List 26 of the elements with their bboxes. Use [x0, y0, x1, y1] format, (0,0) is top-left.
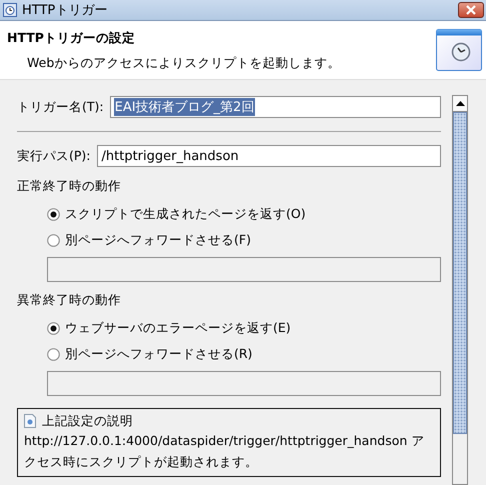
forward-url-field[interactable] [47, 257, 441, 282]
radio-option[interactable]: ウェブサーバのエラーページを返す(E) [47, 315, 441, 341]
close-button[interactable] [458, 2, 484, 18]
scroll-up-button[interactable] [453, 96, 467, 112]
close-icon [465, 5, 477, 15]
section-label: 異常終了時の動作 [17, 292, 122, 309]
clock-icon [436, 29, 482, 71]
info-text: http://127.0.0.1:4000/dataspider/trigger/httptrigger_handson アクセス時にスクリプトが起動されます。 [24, 432, 426, 471]
radio-option[interactable]: 別ページへフォワードさせる(R) [47, 341, 441, 367]
path-label: 実行パス(P): [17, 148, 91, 164]
radio-option[interactable]: 別ページへフォワードさせる(F) [47, 227, 441, 253]
path-field[interactable]: /httptrigger_handson [96, 145, 441, 167]
scroll-thumb[interactable] [453, 112, 467, 434]
window-title: HTTPトリガー [22, 2, 108, 19]
radio-option[interactable]: スクリプトで生成されたページを返す(O) [47, 201, 441, 227]
trigger-name-field[interactable]: EAI技術者ブログ_第2回 [110, 96, 441, 118]
forward-url-field[interactable] [47, 371, 441, 396]
up-arrow-icon [456, 101, 464, 106]
scrollbar[interactable] [452, 95, 468, 485]
header-description: Webからのアクセスによりスクリプトを起動します。 [27, 55, 342, 72]
window-icon [3, 3, 17, 17]
info-title: 上記設定の説明 [42, 412, 133, 430]
info-document-icon [24, 414, 36, 428]
header-title: HTTPトリガーの設定 [7, 30, 136, 47]
section-label: 正常終了時の動作 [17, 178, 122, 195]
trigger-name-label: トリガー名(T): [17, 98, 104, 116]
